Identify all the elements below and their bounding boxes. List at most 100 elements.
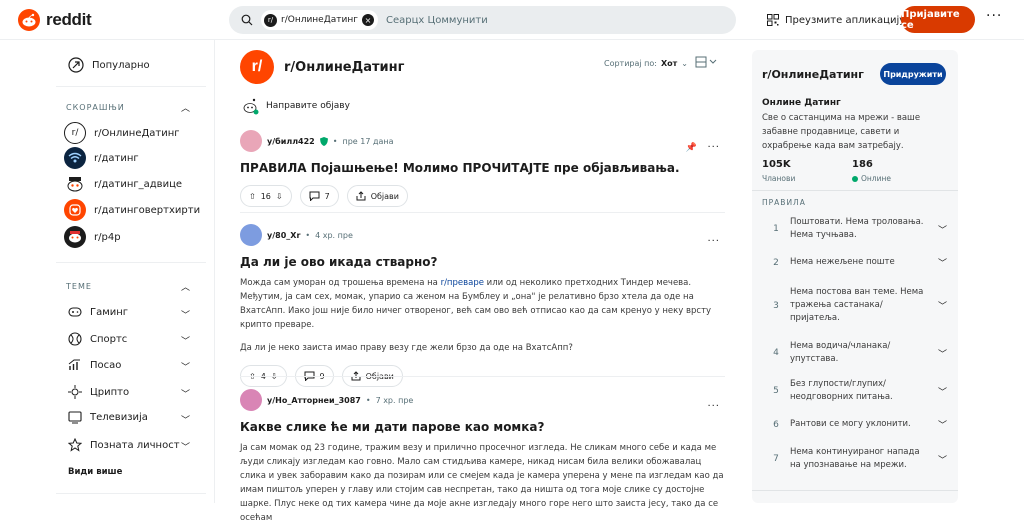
upvote-icon[interactable]: ⇧	[249, 192, 256, 201]
rule-item[interactable]: 1 Поштовати. Нема троловања. Нема тучњав…	[762, 216, 952, 242]
post-meta: у/билл422 • пре 17 дана	[240, 130, 725, 152]
recent-item-label: r/датинг_адвице	[94, 178, 183, 190]
recent-item-dating[interactable]: r/датинг	[64, 147, 139, 169]
user-avatar[interactable]	[240, 389, 262, 411]
subreddit-title: r/ОнлинеДатинг	[284, 59, 405, 75]
create-post-label: Направите објаву	[266, 101, 350, 111]
search-input[interactable]: Сеарцх Цоммунити	[386, 15, 488, 26]
sort-dropdown[interactable]: Сортирај по: Хот ⌄	[604, 59, 688, 68]
chevron-down-icon[interactable]: ﹀	[181, 334, 190, 347]
wifi-heart-avatar-icon	[64, 147, 86, 169]
chevron-down-icon[interactable]: ﹀	[181, 413, 190, 426]
rules-header: ПРАВИЛА	[762, 198, 806, 207]
chevron-up-icon[interactable]: ︿	[181, 280, 190, 293]
chevron-down-icon[interactable]: ﹀	[181, 440, 190, 453]
rule-item[interactable]: 7 Нема континуираног напада на упознавањ…	[762, 446, 952, 472]
more-options-icon[interactable]: ···	[986, 8, 1002, 24]
get-app-button[interactable]: Преузмите апликацију	[757, 6, 915, 34]
post-author[interactable]: у/80_Xr	[267, 231, 300, 240]
subreddit-chip-avatar-icon: r/	[264, 13, 277, 27]
comments-button[interactable]: 7	[299, 185, 339, 207]
subreddit-link[interactable]: r/преваре	[441, 278, 484, 288]
comment-icon	[309, 191, 320, 201]
user-avatar[interactable]	[240, 224, 262, 246]
star-icon	[68, 438, 82, 452]
members-count: 105K	[762, 159, 791, 170]
post-time: пре 17 дана	[342, 136, 394, 146]
rule-text: Поштовати. Нема троловања. Нема тучњава.	[790, 217, 924, 240]
chevron-up-icon[interactable]: ︿	[181, 101, 190, 114]
pin-icon: 📌	[685, 143, 697, 153]
ball-icon	[68, 332, 82, 346]
chevron-down-icon[interactable]: ﹀	[938, 453, 947, 466]
topic-gaming[interactable]: Гаминг	[68, 306, 128, 318]
topic-television[interactable]: Телевизија	[68, 411, 148, 424]
top-header: reddit r/ r/ОнлинеДатинг × Сеарцх Цоммун…	[0, 0, 1024, 40]
chevron-down-icon[interactable]: ﹀	[181, 387, 190, 400]
post-options-icon[interactable]: ···	[707, 236, 720, 247]
user-avatar[interactable]	[240, 130, 262, 152]
see-more-link[interactable]: Види више	[68, 467, 122, 477]
chevron-down-icon[interactable]: ﹀	[938, 223, 947, 236]
post-meta: у/Но_Атторнеи_3087 • 7 хр. пре	[240, 389, 725, 411]
topic-crypto[interactable]: Црипто	[68, 385, 129, 399]
chevron-down-icon[interactable]: ﹀	[938, 347, 947, 360]
topic-business[interactable]: Посао	[68, 358, 121, 372]
post-title[interactable]: Да ли је ово икада стварно?	[240, 255, 725, 269]
post-title[interactable]: ПРАВИЛА Појашњење! Молимо ПРОЧИТАЈТЕ пре…	[240, 161, 725, 175]
post-card[interactable]: у/80_Xr • 4 хр. пре ··· Да ли је ово ика…	[240, 224, 725, 387]
nav-divider	[56, 86, 206, 87]
sidebar-subreddit-name: r/ОнлинеДатинг	[762, 68, 864, 81]
post-author[interactable]: у/Но_Атторнеи_3087	[267, 396, 361, 405]
join-button[interactable]: Придружити	[880, 63, 946, 85]
topic-label: Позната личност	[90, 439, 180, 451]
topic-celebrity[interactable]: Позната личност	[68, 438, 180, 452]
post-options-icon[interactable]: ···	[707, 401, 720, 412]
create-post-button[interactable]: Направите објаву	[240, 96, 350, 116]
chevron-down-icon[interactable]: ﹀	[181, 360, 190, 373]
rule-number: 7	[773, 454, 779, 464]
share-label: Објави	[370, 191, 399, 201]
login-button[interactable]: Пријавите се	[901, 6, 975, 33]
chevron-down-icon[interactable]: ﹀	[938, 256, 947, 269]
rule-item[interactable]: 2 Нема нежељене поште ﹀	[762, 256, 952, 269]
recent-item-dating-advice[interactable]: r/датинг_адвице	[64, 173, 182, 195]
qr-code-icon	[767, 14, 779, 26]
rule-text: Рантови се могу уклонити.	[790, 419, 911, 429]
recent-item-p4p[interactable]: r/p4p	[64, 226, 121, 248]
search-icon	[241, 14, 253, 26]
rule-text: Нема континуираног напада на упознавање …	[790, 447, 920, 470]
post-divider	[240, 212, 725, 213]
rule-item[interactable]: 3 Нема постова ван теме. Нема тражења са…	[762, 286, 952, 325]
share-button[interactable]: Објави	[346, 185, 408, 207]
subreddit-search-chip[interactable]: r/ r/ОнлинеДатинг ×	[261, 10, 378, 30]
recent-item-onlinedating[interactable]: r/ r/ОнлинеДатинг	[64, 122, 180, 144]
chevron-down-icon[interactable]: ﹀	[938, 385, 947, 398]
clear-chip-icon[interactable]: ×	[361, 14, 374, 26]
search-bar[interactable]: r/ r/ОнлинеДатинг × Сеарцх Цоммунити	[229, 6, 736, 34]
sidebar-divider	[752, 190, 958, 191]
rule-item[interactable]: 6 Рантови се могу уклонити. ﹀	[762, 418, 952, 431]
subreddit-logo: r/	[240, 50, 274, 84]
post-options-icon[interactable]: ···	[707, 142, 720, 153]
chevron-down-icon[interactable]: ﹀	[181, 308, 190, 321]
meta-separator: •	[305, 230, 311, 240]
downvote-icon[interactable]: ⇩	[276, 192, 283, 201]
reddit-logo[interactable]: reddit	[18, 9, 92, 31]
post-time: 4 хр. пре	[315, 230, 353, 240]
rule-item[interactable]: 5 Без глупости/глупих/ неодговорних пита…	[762, 378, 952, 404]
recent-item-datingoverthirty[interactable]: r/датинговертхирти	[64, 199, 200, 221]
post-title[interactable]: Какве слике ће ми дати парове као момка?	[240, 420, 725, 434]
post-card[interactable]: у/билл422 • пре 17 дана 📌 ··· ПРАВИЛА По…	[240, 130, 725, 207]
chevron-down-icon[interactable]: ﹀	[938, 299, 947, 312]
post-author[interactable]: у/билл422	[267, 137, 315, 146]
sort-value: Хот	[660, 59, 678, 68]
view-toggle-icon[interactable]	[695, 56, 717, 68]
topic-sports[interactable]: Спортс	[68, 332, 127, 346]
vote-control[interactable]: ⇧ 16 ⇩	[240, 185, 292, 207]
post-actions: ⇧ 16 ⇩ 7 Објави	[240, 185, 725, 207]
nav-popular[interactable]: Популарно	[68, 57, 150, 73]
chevron-down-icon[interactable]: ﹀	[938, 418, 947, 431]
post-card[interactable]: у/Но_Атторнеи_3087 • 7 хр. пре ··· Какве…	[240, 389, 725, 525]
rule-item[interactable]: 4 Нема водича/чланака/ упутстава. ﹀	[762, 340, 952, 366]
